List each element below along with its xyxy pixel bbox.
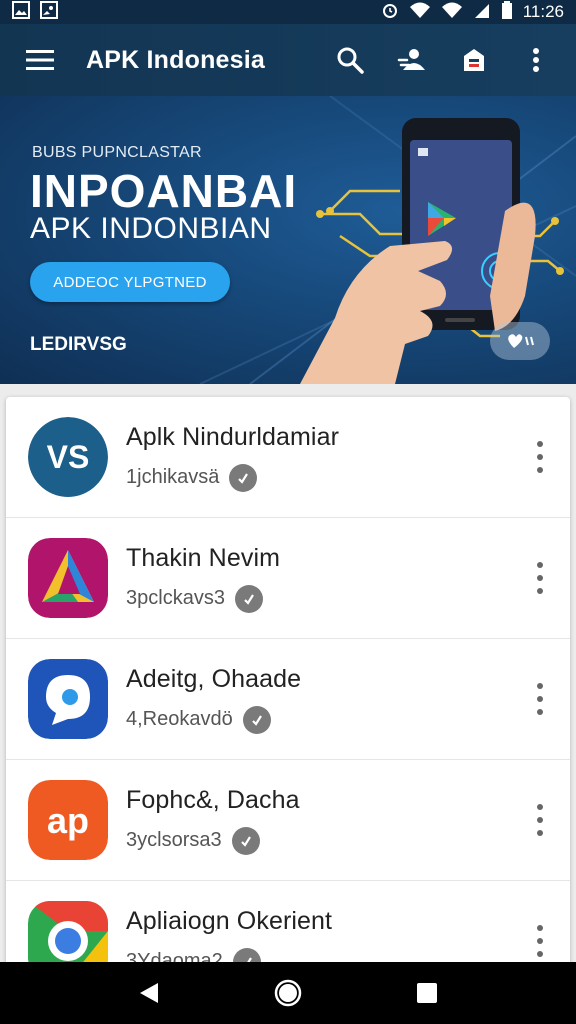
app-name: Apliaiogn Okerient: [126, 906, 333, 935]
banner-subtitle: APK INDONBIAN: [30, 212, 272, 245]
svg-text:ap: ap: [47, 800, 89, 841]
app-name: Fophc&, Dacha: [126, 785, 300, 814]
more-vert-icon[interactable]: [532, 679, 548, 719]
app-meta: 3pclckavs3: [126, 584, 570, 613]
app-meta: 4,Reokavdö: [126, 705, 570, 734]
list-item[interactable]: VS Aplk Nindurldamiar 1jchikavsä: [6, 397, 570, 518]
app-bar: APK Indonesia: [0, 24, 576, 96]
check-icon: [242, 705, 271, 734]
app-title: APK Indonesia: [86, 45, 266, 74]
more-vert-icon[interactable]: [532, 921, 548, 961]
check-icon: [229, 463, 258, 492]
app-name: Thakin Nevim: [126, 543, 281, 572]
banner-cta-button[interactable]: ADDEOC YLPGTNED: [30, 262, 230, 302]
app-size: 4,Reokavdö: [126, 708, 233, 730]
account-button[interactable]: [388, 36, 436, 84]
banner-title: INPOANBAI: [30, 165, 298, 217]
recents-icon: [416, 983, 437, 1003]
app-meta: 3yclsorsa3: [126, 826, 570, 855]
status-left: [12, 0, 58, 24]
banner-toggle-button[interactable]: [490, 322, 550, 360]
wifi-icon: [409, 1, 431, 24]
app-list: VS Aplk Nindurldamiar 1jchikavsä Thakin …: [6, 397, 570, 1024]
more-options-button[interactable]: [512, 36, 560, 84]
list-item[interactable]: Adeitg, Ohaade 4,Reokavdö: [6, 639, 570, 760]
list-item[interactable]: ap Fophc&, Dacha 3yclsorsa3: [6, 760, 570, 881]
store-icon: [464, 49, 484, 71]
list-item-text: Aplk Nindurldamiar 1jchikavsä: [126, 423, 570, 492]
navigation-bar: [0, 962, 576, 1024]
app-size: 3pclckavs3: [126, 587, 225, 609]
battery-icon: [501, 0, 513, 24]
promo-banner[interactable]: BUBS PUPNCLASTAR INPOANBAI APK INDONBIAN…: [0, 96, 576, 384]
more-vert-icon[interactable]: [532, 558, 548, 598]
recents-button[interactable]: [397, 963, 457, 1023]
list-item-text: Fophc&, Dacha 3yclsorsa3: [126, 786, 570, 855]
alarm-icon: [381, 1, 399, 24]
app-size: 3yclsorsa3: [126, 829, 222, 851]
check-icon: [234, 584, 263, 613]
more-vert-icon[interactable]: [532, 437, 548, 477]
user-icon: [397, 49, 425, 70]
more-vert-icon: [533, 48, 539, 72]
signal-icon: [441, 1, 463, 24]
menu-button[interactable]: [16, 36, 64, 84]
heart-icon: [508, 334, 534, 348]
store-button[interactable]: [450, 36, 498, 84]
list-item-text: Thakin Nevim 3pclckavs3: [126, 544, 570, 613]
chat-logo-icon: [28, 659, 108, 739]
list-item[interactable]: Thakin Nevim 3pclckavs3: [6, 518, 570, 639]
banner-footer: LEDIRVSG: [30, 334, 127, 355]
triangle-logo-icon: [28, 538, 108, 618]
app-name: Aplk Nindurldamiar: [126, 422, 339, 451]
svg-text:VS: VS: [47, 439, 90, 475]
home-button[interactable]: [258, 963, 318, 1023]
status-right: 11:26: [381, 0, 564, 24]
menu-icon: [26, 50, 54, 70]
app-name: Adeitg, Ohaade: [126, 664, 302, 693]
ap-logo-icon: ap: [28, 780, 108, 860]
more-vert-icon[interactable]: [532, 800, 548, 840]
signal-bars-icon: [473, 1, 491, 24]
status-bar: 11:26: [0, 0, 576, 24]
status-time: 11:26: [522, 2, 564, 21]
banner-kicker: BUBS PUPNCLASTAR: [32, 144, 202, 161]
search-button[interactable]: [326, 36, 374, 84]
app-size: 1jchikavsä: [126, 466, 220, 488]
home-icon: [274, 979, 302, 1007]
image-icon: [12, 0, 30, 24]
image-icon: [40, 0, 58, 24]
back-button[interactable]: [119, 963, 179, 1023]
check-icon: [231, 826, 260, 855]
app-bar-actions: [326, 36, 560, 84]
back-icon: [140, 983, 159, 1003]
vs-logo-icon: VS: [28, 417, 108, 497]
search-icon: [337, 47, 364, 74]
list-item-text: Adeitg, Ohaade 4,Reokavdö: [126, 665, 570, 734]
app-meta: 1jchikavsä: [126, 463, 570, 492]
